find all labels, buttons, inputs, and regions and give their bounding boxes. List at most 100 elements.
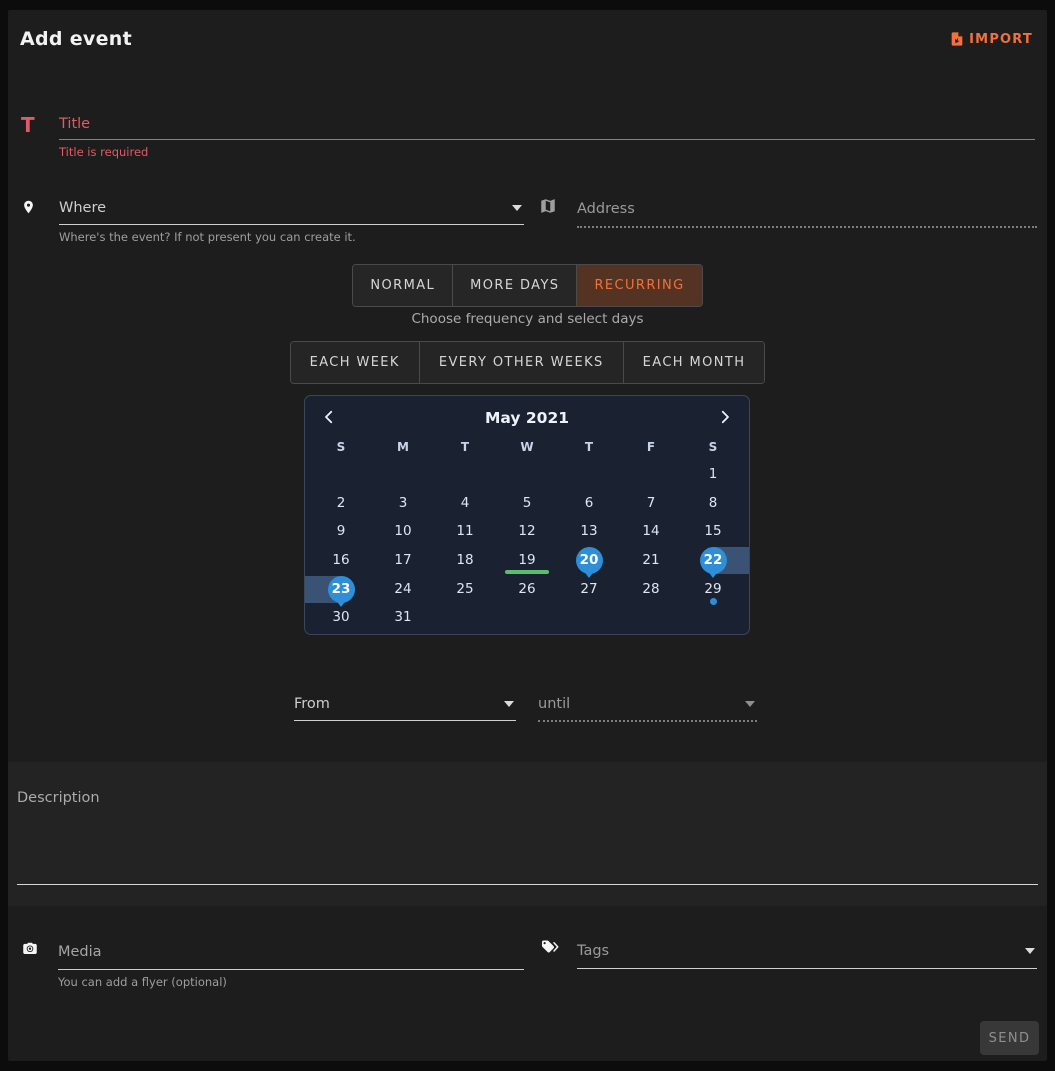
day-number: 13 xyxy=(558,517,620,546)
from-label: From xyxy=(294,696,504,712)
calendar-day-9[interactable]: 9 xyxy=(310,517,372,546)
calendar-day-16[interactable]: 16 xyxy=(310,546,372,575)
tab-every-other-weeks[interactable]: EVERY OTHER WEEKS xyxy=(419,342,623,383)
chevron-down-icon xyxy=(512,205,522,211)
calendar-day-20[interactable]: 20 xyxy=(558,546,620,575)
calendar-day-8[interactable]: 8 xyxy=(682,489,744,518)
calendar-day-18[interactable]: 18 xyxy=(434,546,496,575)
calendar-day-13[interactable]: 13 xyxy=(558,517,620,546)
tab-each-week[interactable]: EACH WEEK xyxy=(291,342,419,383)
day-number: 18 xyxy=(434,546,496,575)
calendar-day-27[interactable]: 27 xyxy=(558,575,620,604)
chevron-right-icon xyxy=(716,408,734,429)
calendar-day-5[interactable]: 5 xyxy=(496,489,558,518)
day-number: 21 xyxy=(620,546,682,575)
day-number: 16 xyxy=(310,546,372,575)
where-field[interactable]: Where Where's the event? If not present … xyxy=(21,196,524,244)
calendar-grid: 1234567891011121314151617181920212223242… xyxy=(310,460,744,632)
calendar-day-empty xyxy=(558,460,620,489)
calendar-day-22[interactable]: 22 xyxy=(682,546,744,575)
title-input[interactable] xyxy=(59,114,1035,140)
calendar-day-2[interactable]: 2 xyxy=(310,489,372,518)
calendar-day-24[interactable]: 24 xyxy=(372,575,434,604)
calendar-day-empty xyxy=(310,460,372,489)
import-label: IMPORT xyxy=(969,32,1033,47)
until-select[interactable]: until xyxy=(538,692,757,722)
title-field[interactable]: T Title is required xyxy=(21,113,1035,159)
tab-more-days[interactable]: MORE DAYS xyxy=(452,265,576,306)
frequency-tabs-wrap: EACH WEEKEVERY OTHER WEEKSEACH MONTH xyxy=(8,341,1047,384)
calendar-day-21[interactable]: 21 xyxy=(620,546,682,575)
send-button[interactable]: SEND xyxy=(980,1021,1039,1055)
description-input[interactable] xyxy=(17,778,1038,885)
mode-tabs: NORMALMORE DAYSRECURRING xyxy=(352,264,702,307)
chevron-down-icon xyxy=(504,701,514,707)
description-section xyxy=(8,762,1047,906)
address-field[interactable] xyxy=(539,196,1037,244)
tab-each-month[interactable]: EACH MONTH xyxy=(623,342,765,383)
weekday-label: S xyxy=(310,434,372,460)
weekday-label: S xyxy=(682,434,744,460)
calendar-day-14[interactable]: 14 xyxy=(620,517,682,546)
day-number: 17 xyxy=(372,546,434,575)
calendar-day-30[interactable]: 30 xyxy=(310,603,372,632)
calendar-day-26[interactable]: 26 xyxy=(496,575,558,604)
calendar-day-23[interactable]: 23 xyxy=(310,575,372,604)
weekday-label: T xyxy=(558,434,620,460)
calendar-day-6[interactable]: 6 xyxy=(558,489,620,518)
calendar-day-25[interactable]: 25 xyxy=(434,575,496,604)
calendar-day-10[interactable]: 10 xyxy=(372,517,434,546)
calendar-day-4[interactable]: 4 xyxy=(434,489,496,518)
day-number: 25 xyxy=(434,575,496,604)
calendar-day-17[interactable]: 17 xyxy=(372,546,434,575)
calendar-day-empty xyxy=(558,603,620,632)
calendar-day-11[interactable]: 11 xyxy=(434,517,496,546)
calendar-day-12[interactable]: 12 xyxy=(496,517,558,546)
import-button[interactable]: IMPORT xyxy=(949,30,1033,48)
file-import-icon xyxy=(949,30,965,48)
calendar-day-31[interactable]: 31 xyxy=(372,603,434,632)
weekday-label: W xyxy=(496,434,558,460)
media-tags-row: You can add a flyer (optional) Tags xyxy=(20,939,1037,989)
where-helper-text: Where's the event? If not present you ca… xyxy=(59,230,524,244)
calendar-day-empty xyxy=(620,603,682,632)
calendar-day-1[interactable]: 1 xyxy=(682,460,744,489)
day-number: 28 xyxy=(620,575,682,604)
calendar-day-15[interactable]: 15 xyxy=(682,517,744,546)
chevron-down-icon xyxy=(1025,948,1035,954)
calendar-header: May 2021 xyxy=(310,404,744,432)
from-select[interactable]: From xyxy=(294,692,516,721)
day-number: 31 xyxy=(372,603,434,632)
tags-select[interactable]: Tags xyxy=(577,939,1037,969)
media-field[interactable]: You can add a flyer (optional) xyxy=(20,939,524,989)
calendar-day-3[interactable]: 3 xyxy=(372,489,434,518)
day-number: 3 xyxy=(372,489,434,518)
calendar-day-28[interactable]: 28 xyxy=(620,575,682,604)
calendar-day-7[interactable]: 7 xyxy=(620,489,682,518)
mode-tabs-wrap: NORMALMORE DAYSRECURRING xyxy=(8,264,1047,307)
next-month-button[interactable] xyxy=(716,408,734,429)
media-input[interactable] xyxy=(58,939,524,970)
where-label: Where xyxy=(59,200,512,216)
tags-field[interactable]: Tags xyxy=(539,939,1037,989)
address-input[interactable] xyxy=(577,196,1037,228)
location-pin-icon xyxy=(21,196,45,218)
tags-icon xyxy=(539,939,563,957)
weekday-label: M xyxy=(372,434,434,460)
frequency-tabs: EACH WEEKEVERY OTHER WEEKSEACH MONTH xyxy=(290,341,766,384)
where-select[interactable]: Where xyxy=(59,196,524,225)
calendar-day-19[interactable]: 19 xyxy=(496,546,558,575)
day-number: 22 xyxy=(700,547,727,574)
day-number: 8 xyxy=(682,489,744,518)
calendar-day-empty xyxy=(372,460,434,489)
event-dot xyxy=(710,598,717,605)
day-number: 20 xyxy=(576,547,603,574)
tab-normal[interactable]: NORMAL xyxy=(353,265,452,306)
calendar-day-29[interactable]: 29 xyxy=(682,575,744,604)
today-underline xyxy=(505,570,549,574)
day-number: 4 xyxy=(434,489,496,518)
prev-month-button[interactable] xyxy=(320,408,338,429)
tab-recurring[interactable]: RECURRING xyxy=(576,265,701,306)
tags-label: Tags xyxy=(577,943,1025,959)
chevron-left-icon xyxy=(320,408,338,429)
